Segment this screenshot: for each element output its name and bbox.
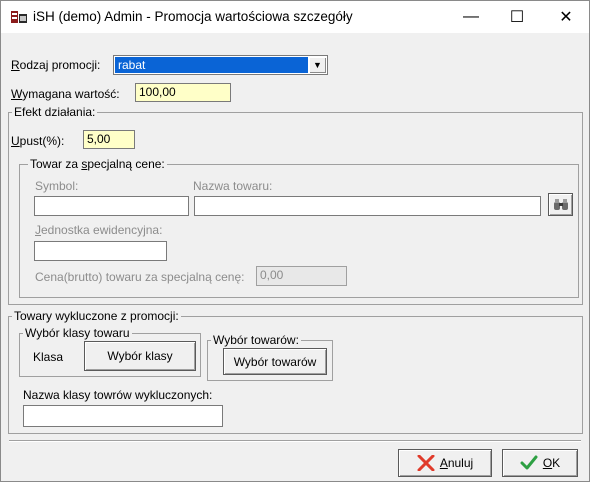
- excluded-class-names-input[interactable]: [23, 405, 223, 427]
- maximize-button[interactable]: ☐: [494, 1, 540, 33]
- maximize-icon: ☐: [509, 9, 525, 26]
- app-icon: [11, 11, 27, 23]
- checkmark-icon: [520, 455, 538, 470]
- class-label: Klasa: [33, 350, 64, 364]
- select-class-button[interactable]: Wybór klasy: [84, 341, 196, 371]
- title-bar[interactable]: iSH (demo) Admin - Promocja wartościowa …: [1, 1, 589, 33]
- minimize-icon: —: [463, 8, 479, 25]
- symbol-input[interactable]: [34, 196, 189, 216]
- window-title: iSH (demo) Admin - Promocja wartościowa …: [33, 9, 353, 24]
- special-price-input[interactable]: 0,00: [256, 266, 347, 286]
- ok-label: OK: [542, 456, 561, 470]
- cancel-button[interactable]: Anuluj: [398, 449, 492, 477]
- promo-type-select[interactable]: rabat ▼: [113, 55, 328, 75]
- ok-button[interactable]: OK: [502, 449, 578, 477]
- product-name-input[interactable]: [194, 196, 541, 216]
- minimize-button[interactable]: —: [448, 1, 494, 33]
- promo-type-value: rabat: [115, 57, 308, 73]
- close-icon: ✕: [559, 9, 573, 26]
- symbol-label: Symbol:: [35, 179, 79, 193]
- browse-product-button[interactable]: [548, 193, 573, 216]
- footer-separator: [9, 440, 581, 442]
- cancel-label: Anuluj: [439, 456, 474, 470]
- discount-input[interactable]: 5,00: [83, 130, 135, 149]
- unit-label: Jednostka ewidencyjna:: [35, 223, 163, 237]
- excluded-class-names-label: Nazwa klasy towrów wykluczonych:: [23, 388, 213, 402]
- special-price-label: Cena(brutto) towaru za specjalną cenę:: [35, 270, 245, 284]
- class-selection-group-label: Wybór klasy towaru: [23, 326, 132, 340]
- cancel-x-icon: [417, 455, 435, 471]
- chevron-down-icon[interactable]: ▼: [309, 57, 326, 73]
- select-goods-button[interactable]: Wybór towarów: [223, 348, 327, 375]
- unit-input[interactable]: [34, 241, 167, 261]
- excluded-group-label: Towary wykluczone z promocji:: [12, 309, 181, 323]
- goods-selection-group-label: Wybór towarów:: [211, 333, 301, 347]
- effect-group-label: Efekt działania:: [12, 105, 98, 119]
- dialog-window: iSH (demo) Admin - Promocja wartościowa …: [0, 0, 590, 482]
- product-name-label: Nazwa towaru:: [193, 179, 273, 193]
- promo-type-label: Rodzaj promocji:: [11, 58, 101, 72]
- close-button[interactable]: ✕: [543, 1, 589, 33]
- required-amount-label: Wymagana wartość:: [11, 87, 120, 101]
- required-amount-input[interactable]: 100,00: [135, 83, 231, 102]
- special-price-group-label: Towar za specjalną cene:: [28, 157, 167, 171]
- binoculars-icon: [553, 198, 568, 210]
- discount-label: Upust(%):: [11, 134, 65, 148]
